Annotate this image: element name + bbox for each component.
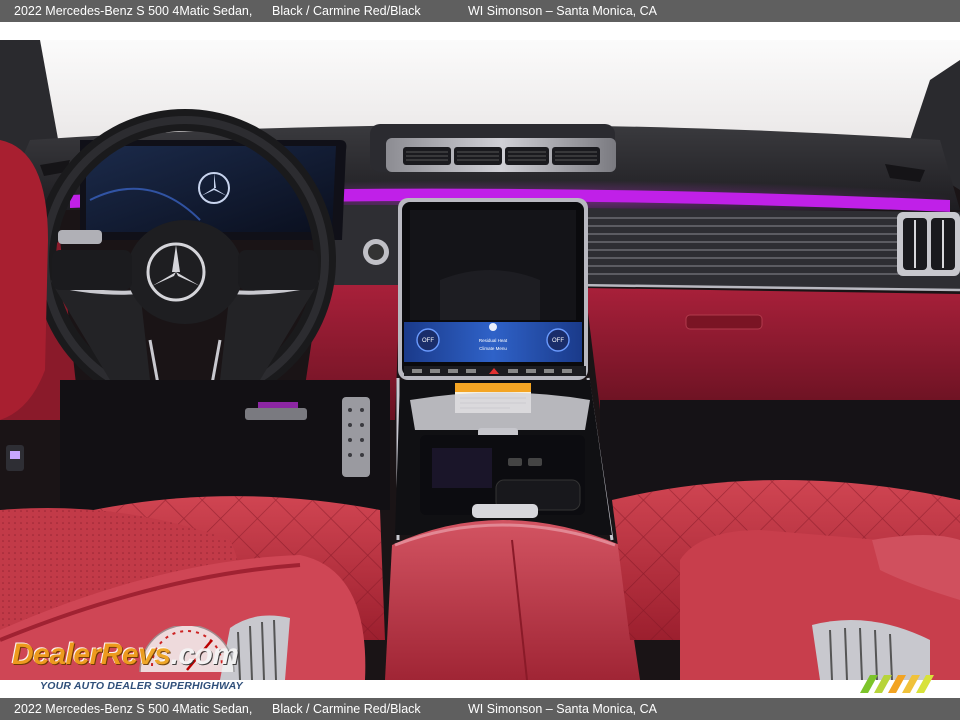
accelerator-pedal xyxy=(342,397,370,477)
glovebox-handle[interactable] xyxy=(685,314,763,330)
caption-vehicle: 2022 Mercedes-Benz S 500 4Matic Sedan, xyxy=(14,4,253,18)
caption-dealer: WI Simonson – Santa Monica, CA xyxy=(468,4,657,18)
dealerrevs-logo-suffix: .com xyxy=(170,638,239,671)
center-vents xyxy=(403,147,600,165)
brake-pedal xyxy=(245,408,307,420)
caption-colors-bottom: Black / Carmine Red/Black xyxy=(272,702,421,716)
screen-residual-heat[interactable]: Residual Heat xyxy=(479,338,508,343)
interior-photo: OFF OFF Residual Heat Climate Menu xyxy=(0,40,960,680)
dealerrevs-logo-text: DealerRevs xyxy=(12,638,171,671)
screen-climate-menu[interactable]: Climate Menu xyxy=(479,346,507,351)
caption-vehicle-bottom: 2022 Mercedes-Benz S 500 4Matic Sedan, xyxy=(14,702,253,716)
screen-right-off[interactable]: OFF xyxy=(552,338,564,344)
interior-illustration: OFF OFF Residual Heat Climate Menu xyxy=(0,40,960,680)
glovebox xyxy=(585,288,960,410)
dealerrevs-tagline: YOUR AUTO DEALER SUPERHIGHWAY xyxy=(40,680,243,692)
caption-bar-bottom: 2022 Mercedes-Benz S 500 4Matic Sedan, B… xyxy=(0,698,960,720)
dealerrevs-logo: DealerRevs.com xyxy=(12,638,239,672)
passenger-seat-front xyxy=(680,530,960,680)
caption-dealer-bottom: WI Simonson – Santa Monica, CA xyxy=(468,702,657,716)
console-tray-lid xyxy=(410,392,590,430)
dealerrevs-stripes-icon xyxy=(860,675,934,693)
center-display[interactable] xyxy=(398,198,588,380)
caption-bar-top: 2022 Mercedes-Benz S 500 4Matic Sedan, B… xyxy=(0,0,960,22)
footwell xyxy=(60,380,390,510)
caption-colors: Black / Carmine Red/Black xyxy=(272,4,421,18)
dealerrevs-watermark: DealerRevs.com YOUR AUTO DEALER SUPERHIG… xyxy=(12,626,282,696)
screen-left-off[interactable]: OFF xyxy=(422,338,434,344)
